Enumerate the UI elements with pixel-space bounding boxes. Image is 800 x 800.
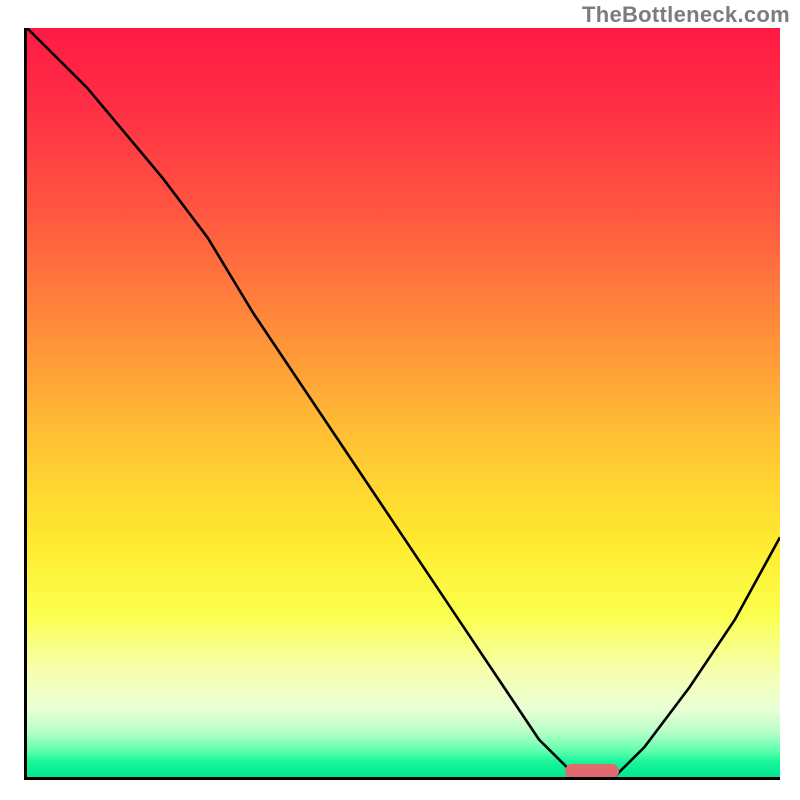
bottleneck-curve [27, 28, 780, 777]
optimum-marker [565, 764, 619, 778]
attribution-label: TheBottleneck.com [582, 2, 790, 28]
bottleneck-chart [24, 28, 780, 780]
